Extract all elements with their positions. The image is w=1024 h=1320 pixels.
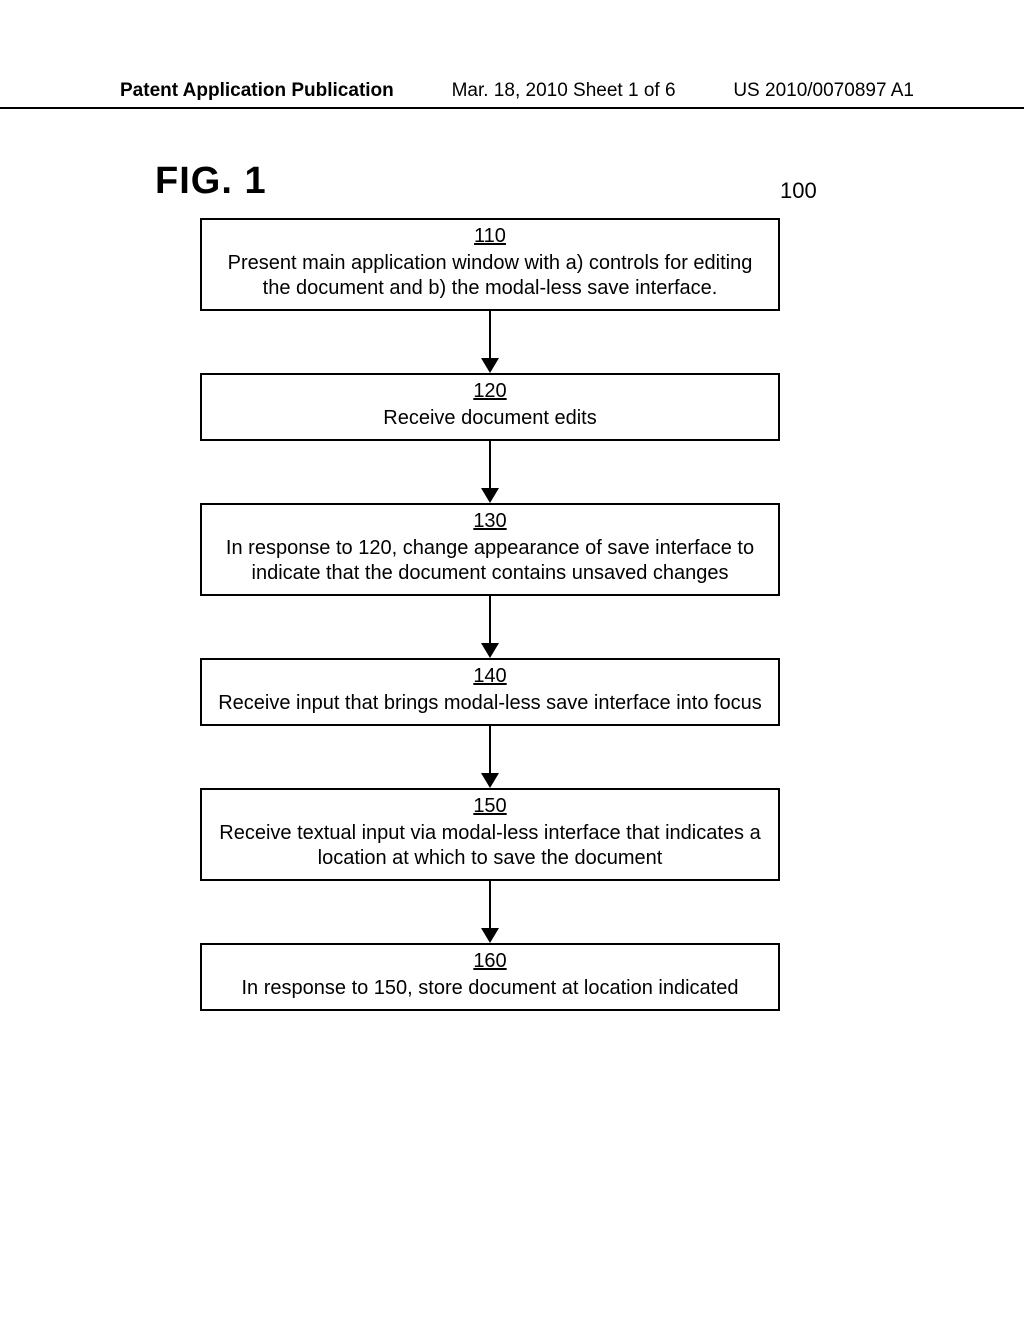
arrow-icon [481,726,499,788]
arrow-icon [481,311,499,373]
step-number: 130 [214,509,766,534]
step-120: 120 Receive document edits [200,373,780,441]
step-text: Receive document edits [383,407,596,429]
header-mid: Mar. 18, 2010 Sheet 1 of 6 [452,80,676,102]
step-number: 120 [214,379,766,404]
arrow-icon [481,881,499,943]
arrow-icon [481,596,499,658]
step-number: 150 [214,794,766,819]
header-right: US 2010/0070897 A1 [733,80,914,102]
step-140: 140 Receive input that brings modal-less… [200,658,780,726]
step-text: In response to 120, change appearance of… [226,537,754,584]
step-text: Receive input that brings modal-less sav… [218,692,762,714]
arrow-icon [481,441,499,503]
step-150: 150 Receive textual input via modal-less… [200,788,780,881]
step-160: 160 In response to 150, store document a… [200,943,780,1011]
step-110: 110 Present main application window with… [200,218,780,311]
step-text: In response to 150, store document at lo… [242,977,739,999]
step-number: 160 [214,949,766,974]
step-number: 110 [214,224,766,249]
step-130: 130 In response to 120, change appearanc… [200,503,780,596]
figure-number: 100 [780,178,817,204]
step-text: Receive textual input via modal-less int… [219,822,760,869]
step-text: Present main application window with a) … [228,252,753,299]
flowchart: 110 Present main application window with… [200,218,780,1011]
step-number: 140 [214,664,766,689]
header-left: Patent Application Publication [120,80,394,102]
page-header: Patent Application Publication Mar. 18, … [0,80,1024,109]
figure-label: FIG. 1 [155,160,267,203]
